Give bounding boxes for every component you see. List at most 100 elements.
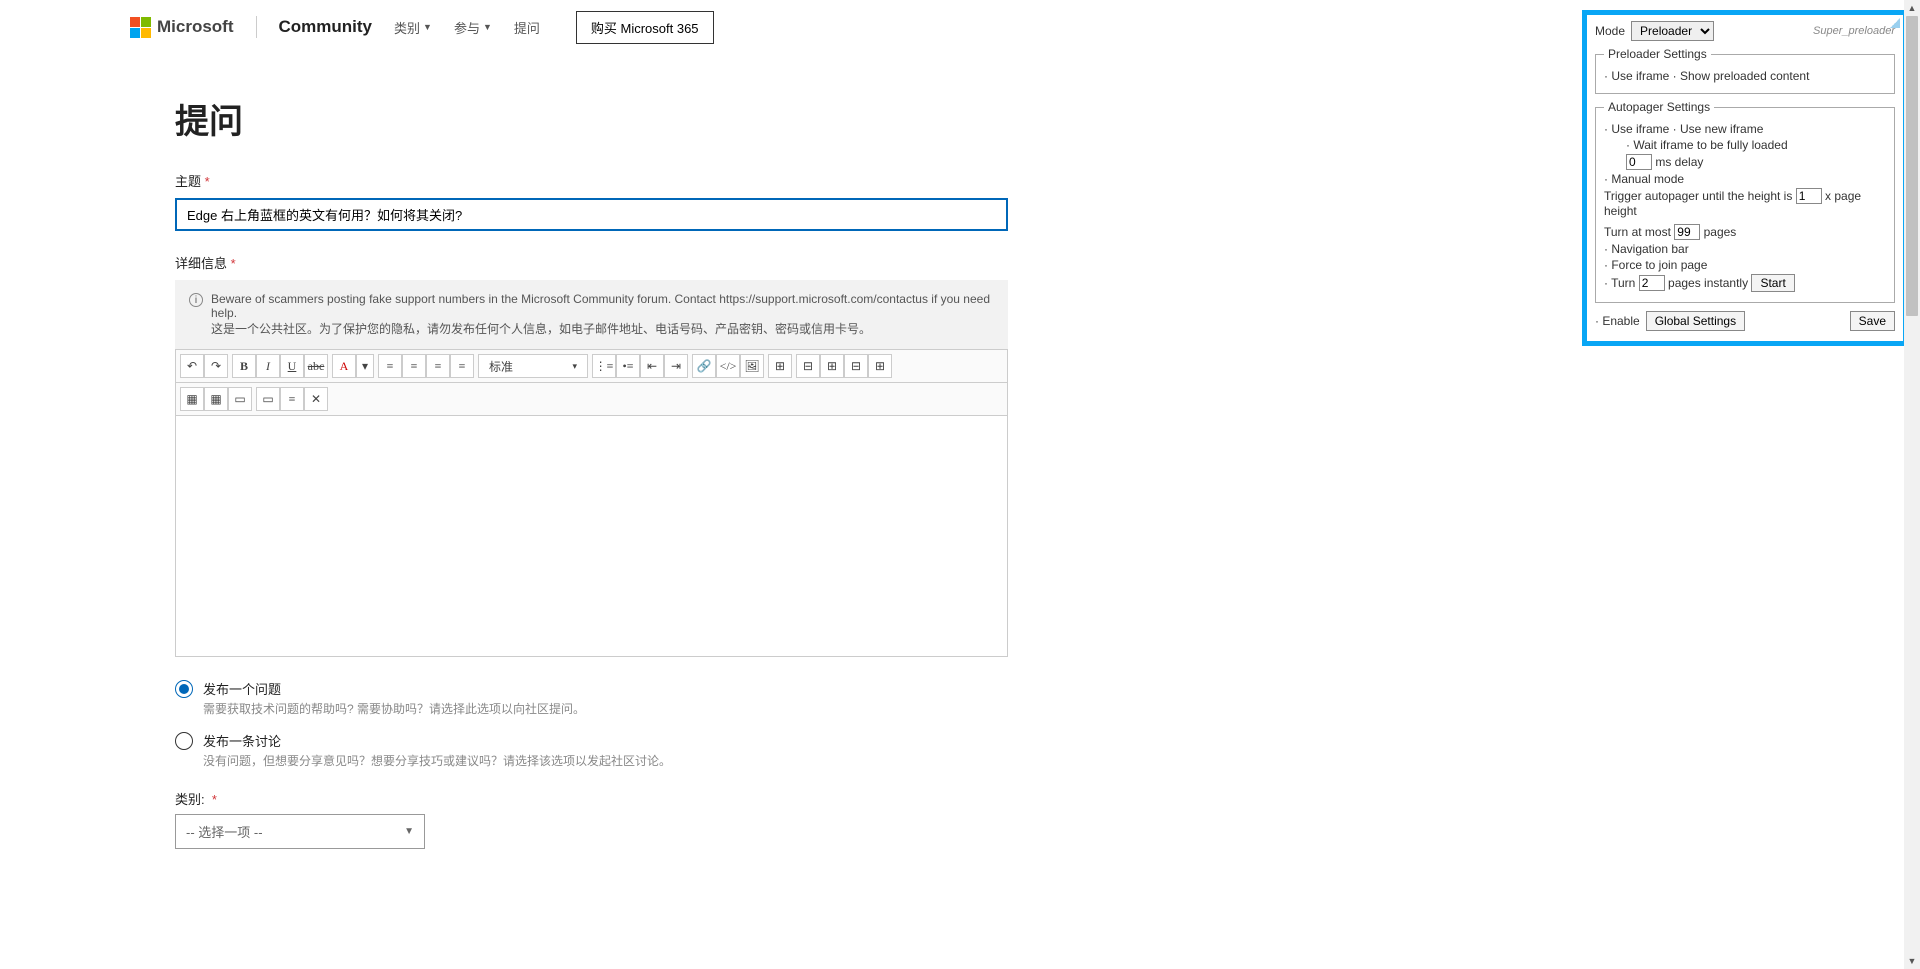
align-justify-button[interactable]: ≡	[450, 354, 474, 378]
page-title: 提问	[175, 94, 1008, 143]
align-right-button[interactable]: ≡	[426, 354, 450, 378]
info-icon: i	[189, 293, 203, 307]
divider	[256, 16, 257, 38]
scroll-up-button[interactable]: ▲	[1904, 0, 1920, 16]
turn-instantly-input[interactable]	[1639, 275, 1665, 291]
text-color-button[interactable]: A	[332, 354, 356, 378]
nav-links: 类别▼ 参与▼ 提问 购买 Microsoft 365	[394, 11, 714, 44]
notice-line2: 这是一个公共社区。为了保护您的隐私，请勿发布任何个人信息，如电子邮件地址、电话号…	[211, 320, 994, 337]
ordered-list-button[interactable]: ⋮≡	[592, 354, 616, 378]
radio-discussion-desc: 没有问题，但想要分享意见吗？想要分享技巧或建议吗？请选择该选项以发起社区讨论。	[203, 752, 671, 769]
chevron-down-icon: ▼	[404, 826, 414, 837]
align-left-button[interactable]: ≡	[378, 354, 402, 378]
link-button[interactable]: 🔗	[692, 354, 716, 378]
radio-discussion-label: 发布一条讨论	[203, 731, 671, 750]
table-edit-3[interactable]: ⊟	[844, 354, 868, 378]
panel-title: Super_preloader	[1813, 25, 1895, 37]
scrollbar[interactable]: ▲ ▼	[1904, 0, 1920, 969]
category-placeholder: -- 选择一项 --	[186, 822, 263, 841]
autopager-settings-fieldset: Autopager Settings · Use iframe · Use ne…	[1595, 100, 1895, 303]
microsoft-wordmark: Microsoft	[157, 17, 234, 37]
redo-button[interactable]: ↷	[204, 354, 228, 378]
topic-input[interactable]	[175, 198, 1008, 231]
category-select[interactable]: -- 选择一项 -- ▼	[175, 814, 425, 849]
table-edit-4[interactable]: ⊞	[868, 354, 892, 378]
autopager-iframe-line[interactable]: · Use iframe · Use new iframe	[1604, 122, 1886, 136]
buy-microsoft-365-button[interactable]: 购买 Microsoft 365	[576, 11, 714, 44]
bold-button[interactable]: B	[232, 354, 256, 378]
scroll-thumb[interactable]	[1906, 16, 1918, 316]
radio-question-label: 发布一个问题	[203, 679, 585, 698]
post-type-group: 发布一个问题 需要获取技术问题的帮助吗? 需要协助吗？请选择此选项以向社区提问。…	[175, 679, 1008, 769]
text-color-dropdown[interactable]: ▾	[356, 354, 374, 378]
radio-question[interactable]: 发布一个问题 需要获取技术问题的帮助吗? 需要协助吗？请选择此选项以向社区提问。	[175, 679, 1008, 717]
radio-question-desc: 需要获取技术问题的帮助吗? 需要协助吗？请选择此选项以向社区提问。	[203, 700, 585, 717]
radio-discussion[interactable]: 发布一条讨论 没有问题，但想要分享意见吗？想要分享技巧或建议吗？请选择该选项以发…	[175, 731, 1008, 769]
chevron-down-icon: ▼	[423, 22, 432, 32]
tool-c[interactable]: ▭	[228, 387, 252, 411]
radio-icon	[175, 732, 193, 750]
autopager-settings-legend: Autopager Settings	[1604, 100, 1714, 114]
nav-participate[interactable]: 参与▼	[454, 18, 492, 37]
tool-b[interactable]: ▦	[204, 387, 228, 411]
indent-button[interactable]: ⇥	[664, 354, 688, 378]
table-button[interactable]: ⊞	[768, 354, 792, 378]
turn-most-input[interactable]	[1674, 224, 1700, 240]
nav-ask[interactable]: 提问	[514, 18, 540, 37]
editor-body[interactable]	[176, 416, 1007, 656]
mode-select[interactable]: Preloader	[1631, 21, 1714, 41]
autopager-wait-line[interactable]: · Wait iframe to be fully loaded	[1604, 138, 1886, 152]
delay-input[interactable]	[1626, 154, 1652, 170]
mode-label: Mode	[1595, 24, 1625, 38]
strikethrough-button[interactable]: abc	[304, 354, 328, 378]
resize-grip-icon[interactable]	[1890, 18, 1900, 28]
manual-mode-line[interactable]: · Manual mode	[1604, 172, 1886, 186]
undo-button[interactable]: ↶	[180, 354, 204, 378]
microsoft-logo[interactable]: Microsoft	[130, 17, 234, 38]
preloader-settings-legend: Preloader Settings	[1604, 47, 1711, 61]
details-label: 详细信息 *	[175, 253, 1008, 272]
radio-icon	[175, 680, 193, 698]
code-button[interactable]: </>	[716, 354, 740, 378]
nav-bar-line[interactable]: · Navigation bar	[1604, 242, 1886, 256]
align-center-button[interactable]: ≡	[402, 354, 426, 378]
microsoft-logo-icon	[130, 17, 151, 38]
table-edit-2[interactable]: ⊞	[820, 354, 844, 378]
save-button[interactable]: Save	[1850, 311, 1895, 331]
tool-d[interactable]: ▭	[256, 387, 280, 411]
turn-instantly-line: · Turn pages instantly Start	[1604, 274, 1886, 292]
clear-format-button[interactable]: ✕	[304, 387, 328, 411]
community-link[interactable]: Community	[279, 17, 373, 37]
trigger-line: Trigger autopager until the height is x …	[1604, 188, 1886, 218]
trigger-height-input[interactable]	[1796, 188, 1822, 204]
enable-toggle[interactable]: · Enable	[1595, 314, 1640, 328]
scroll-down-button[interactable]: ▼	[1904, 953, 1920, 969]
italic-button[interactable]: I	[256, 354, 280, 378]
global-settings-button[interactable]: Global Settings	[1646, 311, 1745, 331]
autopager-delay-line: ms delay	[1604, 154, 1886, 170]
table-edit-1[interactable]: ⊟	[796, 354, 820, 378]
super-preloader-panel[interactable]: Mode Preloader Super_preloader Preloader…	[1582, 10, 1908, 346]
main-content: 提问 主题 * 详细信息 * i Beware of scammers post…	[175, 94, 1008, 849]
category-label: 类别: *	[175, 789, 1008, 808]
preloader-line1[interactable]: · Use iframe · Show preloaded content	[1604, 69, 1886, 83]
tool-a[interactable]: ▦	[180, 387, 204, 411]
outdent-button[interactable]: ⇤	[640, 354, 664, 378]
force-join-line[interactable]: · Force to join page	[1604, 258, 1886, 272]
nav-categories[interactable]: 类别▼	[394, 18, 432, 37]
image-button[interactable]: 🖼	[740, 354, 764, 378]
unordered-list-button[interactable]: •≡	[616, 354, 640, 378]
underline-button[interactable]: U	[280, 354, 304, 378]
preloader-settings-fieldset: Preloader Settings · Use iframe · Show p…	[1595, 47, 1895, 94]
rich-text-editor: ↶ ↷ B I U abc A ▾ ≡ ≡ ≡ ≡	[175, 349, 1008, 657]
topic-label: 主题 *	[175, 171, 1008, 190]
paragraph-style-select[interactable]: 标准▾	[478, 354, 588, 378]
privacy-notice: i Beware of scammers posting fake suppor…	[175, 280, 1008, 349]
turn-most-line: Turn at most pages	[1604, 224, 1886, 240]
chevron-down-icon: ▼	[483, 22, 492, 32]
notice-line1: Beware of scammers posting fake support …	[211, 292, 994, 320]
tool-e[interactable]: ≡	[280, 387, 304, 411]
editor-toolbar-row1: ↶ ↷ B I U abc A ▾ ≡ ≡ ≡ ≡	[176, 350, 1007, 383]
editor-toolbar-row2: ▦ ▦ ▭ ▭ ≡ ✕	[176, 383, 1007, 416]
start-button[interactable]: Start	[1751, 274, 1794, 292]
